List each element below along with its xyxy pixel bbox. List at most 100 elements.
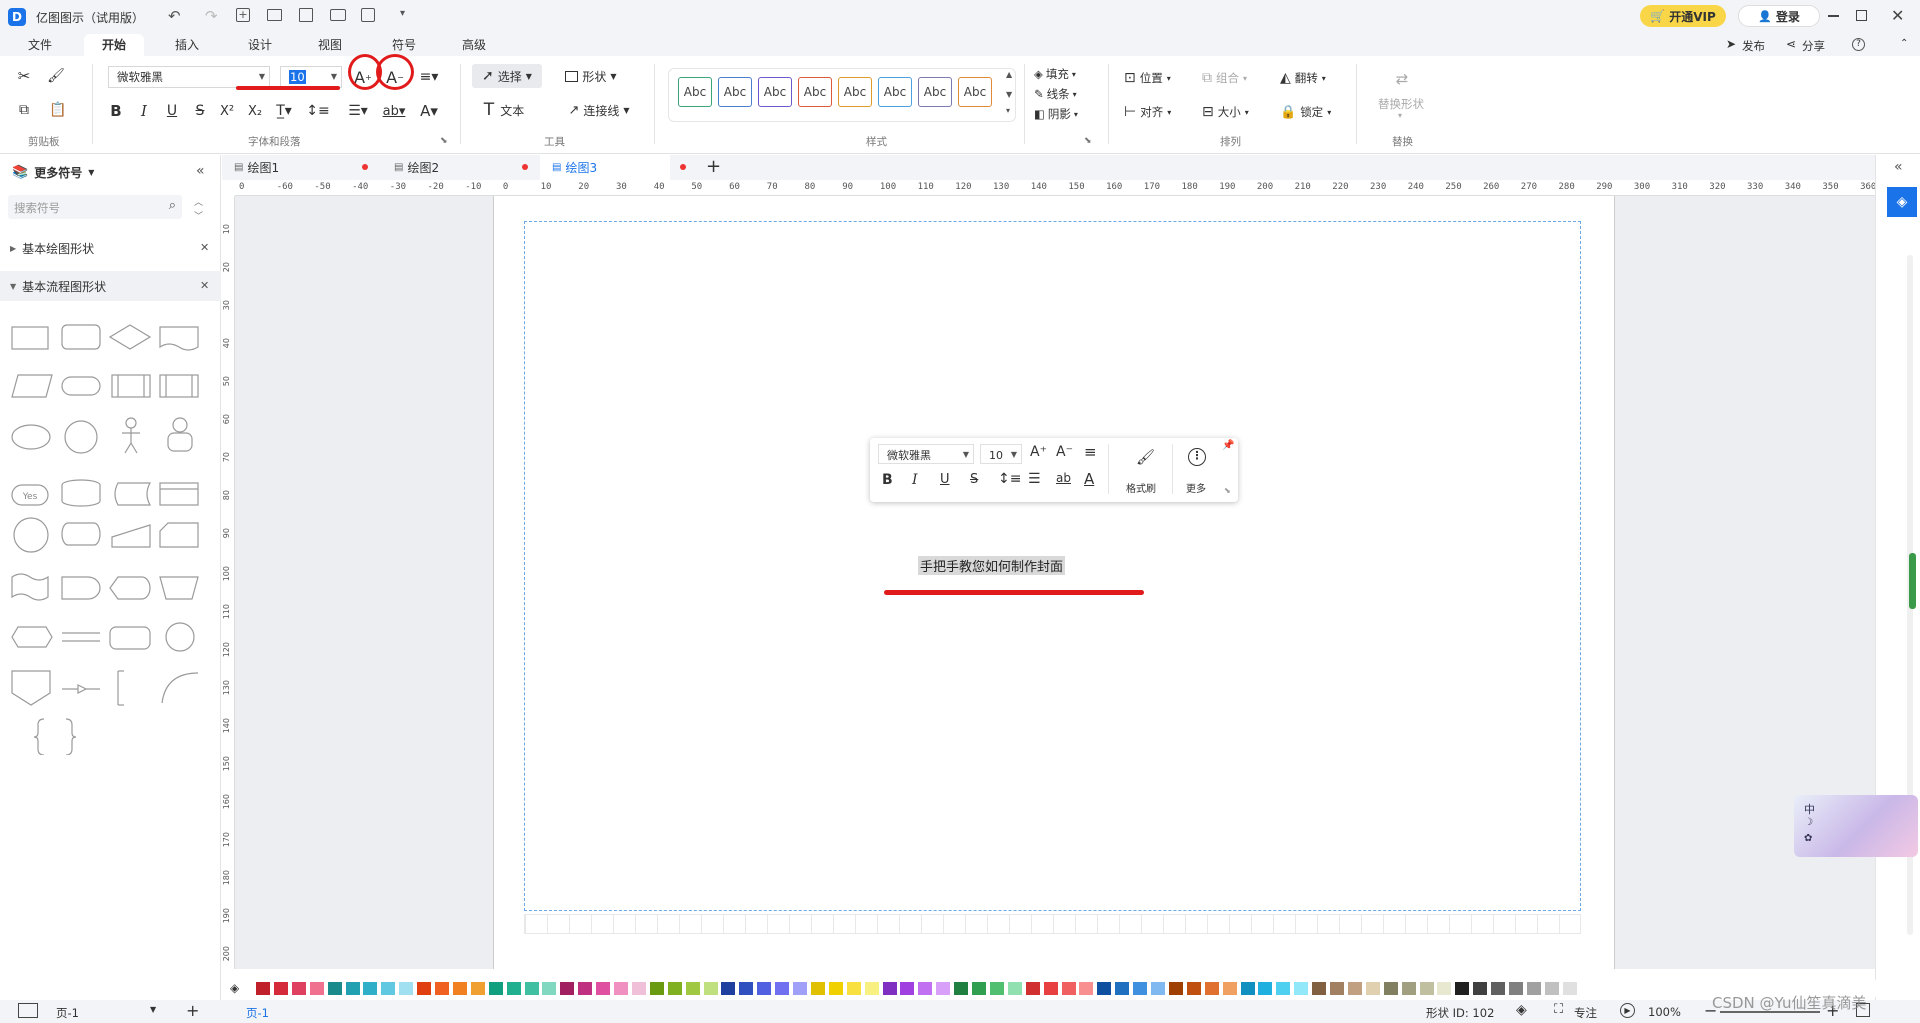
connector-tool-button[interactable]: ↗ 连接线 ▼ bbox=[562, 98, 636, 122]
paste-icon[interactable]: 📋 bbox=[46, 100, 70, 120]
search-symbols-input[interactable]: 搜索符号 ⌕ bbox=[8, 195, 182, 219]
style-sample-2[interactable]: Abc bbox=[718, 77, 752, 107]
color-swatch[interactable] bbox=[1276, 982, 1291, 995]
close-category-icon[interactable]: ✕ bbox=[200, 279, 209, 292]
color-swatch[interactable] bbox=[363, 982, 378, 995]
quick-access-more-icon[interactable]: ▾ bbox=[400, 8, 405, 19]
color-swatch[interactable] bbox=[256, 982, 270, 995]
color-swatch[interactable] bbox=[1240, 982, 1255, 995]
color-swatch[interactable] bbox=[757, 982, 772, 995]
help-icon[interactable]: ? bbox=[1852, 38, 1865, 51]
color-swatch[interactable] bbox=[1401, 982, 1416, 995]
color-swatch[interactable] bbox=[900, 982, 915, 995]
resize-handle-icon[interactable]: ⬊ bbox=[1224, 486, 1231, 495]
float-font-select[interactable]: 微软雅黑 ▼ bbox=[878, 444, 974, 464]
lock-button[interactable]: 🔒 锁定 ▾ bbox=[1280, 102, 1331, 122]
open-folder-icon[interactable] bbox=[267, 9, 282, 21]
color-swatch[interactable] bbox=[864, 982, 879, 995]
color-swatch[interactable] bbox=[578, 982, 593, 995]
float-format-painter-icon[interactable]: 🖌 bbox=[1136, 448, 1155, 466]
float-font-color-icon[interactable]: A bbox=[1084, 470, 1094, 488]
color-swatch[interactable] bbox=[1437, 982, 1452, 995]
style-sample-5[interactable]: Abc bbox=[838, 77, 872, 107]
font-color-icon[interactable]: A▾ bbox=[416, 100, 442, 122]
font-size-select[interactable]: 10 ▼ bbox=[280, 66, 342, 88]
color-swatch[interactable] bbox=[309, 982, 324, 995]
scroll-down-icon[interactable]: ﹀ bbox=[194, 209, 203, 222]
shape-tool-button[interactable]: 形状 ▼ bbox=[556, 64, 626, 88]
style-sample-1[interactable]: Abc bbox=[678, 77, 712, 107]
focus-icon[interactable]: ⛶ bbox=[1554, 1002, 1563, 1017]
tab-file[interactable]: 文件 bbox=[28, 36, 52, 56]
doc-tab-1[interactable]: ▤ 绘图1 bbox=[234, 155, 279, 180]
zoom-level[interactable]: 100% bbox=[1648, 1005, 1681, 1019]
float-line-spacing-icon[interactable]: ↕≡ bbox=[998, 471, 1021, 487]
color-swatch[interactable] bbox=[685, 982, 700, 995]
fill-color-picker-icon[interactable]: ◈ bbox=[230, 981, 239, 995]
color-swatch[interactable] bbox=[273, 982, 288, 995]
color-swatch[interactable] bbox=[882, 982, 897, 995]
color-swatch[interactable] bbox=[972, 982, 986, 995]
color-swatch[interactable] bbox=[828, 982, 843, 995]
doc-tab-2[interactable]: ▤ 绘图2 bbox=[394, 155, 439, 180]
color-swatch[interactable] bbox=[345, 982, 360, 995]
color-swatch[interactable] bbox=[542, 982, 557, 995]
close-icon[interactable]: ✕ bbox=[1891, 6, 1904, 25]
category-basic-flowchart[interactable]: ▼ 基本流程图形状 bbox=[0, 271, 221, 301]
color-swatch[interactable] bbox=[739, 982, 754, 995]
color-swatch[interactable] bbox=[793, 982, 807, 995]
dialog-launcher-icon[interactable]: ⬊ bbox=[1084, 136, 1092, 146]
color-swatch[interactable] bbox=[667, 982, 682, 995]
float-align-icon[interactable]: ≡ bbox=[1084, 443, 1097, 461]
dialog-launcher-icon[interactable]: ⬊ bbox=[440, 136, 448, 146]
color-swatch[interactable] bbox=[1115, 982, 1130, 995]
style-sample-4[interactable]: Abc bbox=[798, 77, 832, 107]
tab-advanced[interactable]: 高级 bbox=[462, 36, 486, 56]
color-swatch[interactable] bbox=[775, 982, 790, 995]
vip-button[interactable]: 🛒 开通VIP bbox=[1640, 5, 1726, 27]
superscript-icon[interactable]: X² bbox=[216, 100, 238, 122]
color-swatch[interactable] bbox=[954, 982, 969, 995]
color-swatch[interactable] bbox=[1312, 982, 1327, 995]
tab-symbol[interactable]: 符号 bbox=[392, 36, 416, 56]
chevron-down-icon[interactable]: ▼ bbox=[150, 1005, 156, 1014]
minimize-icon[interactable] bbox=[1828, 15, 1839, 17]
color-swatch[interactable] bbox=[524, 982, 539, 995]
scroll-up-icon[interactable]: ︿ bbox=[194, 195, 203, 208]
publish-button[interactable]: 发布 bbox=[1742, 38, 1765, 54]
style-sample-8[interactable]: Abc bbox=[958, 77, 992, 107]
tab-home[interactable]: 开始 bbox=[84, 34, 145, 56]
float-more-label[interactable]: 更多 bbox=[1186, 480, 1206, 495]
tab-insert[interactable]: 插入 bbox=[175, 36, 199, 56]
line-spacing-icon[interactable]: ↕≡ bbox=[304, 100, 332, 122]
color-swatch[interactable] bbox=[470, 982, 485, 995]
size-button[interactable]: ⊟ 大小 ▾ bbox=[1202, 102, 1249, 122]
color-swatch[interactable] bbox=[1258, 982, 1273, 995]
symbol-library-header[interactable]: 📚 更多符号 ▼ bbox=[0, 157, 221, 187]
color-swatch[interactable] bbox=[1151, 982, 1165, 995]
position-button[interactable]: ⊡ 位置 ▾ bbox=[1124, 68, 1171, 88]
color-swatch[interactable] bbox=[936, 982, 951, 995]
float-size-select[interactable]: 10 ▼ bbox=[980, 444, 1022, 464]
add-tab-icon[interactable]: + bbox=[706, 156, 721, 177]
font-family-select[interactable]: 微软雅黑 ▼ bbox=[108, 66, 270, 88]
page-selector[interactable]: 页-1 bbox=[56, 1005, 79, 1021]
cut-icon[interactable]: ✂ bbox=[14, 66, 34, 86]
page-layout-icon[interactable] bbox=[18, 1003, 38, 1018]
style-sample-7[interactable]: Abc bbox=[918, 77, 952, 107]
canvas-text-shape[interactable]: 手把手教您如何制作封面 bbox=[918, 556, 1066, 575]
float-font-grow-icon[interactable]: A⁺ bbox=[1030, 444, 1047, 460]
color-swatch[interactable] bbox=[1473, 982, 1488, 995]
color-swatch[interactable] bbox=[1419, 982, 1434, 995]
text-highlight-icon[interactable]: ab▾ bbox=[380, 100, 408, 122]
bold-icon[interactable]: B bbox=[106, 100, 126, 122]
color-swatch[interactable] bbox=[417, 982, 432, 995]
replace-shape-icon[interactable]: ⇄ bbox=[1390, 68, 1414, 90]
print-icon[interactable] bbox=[330, 9, 346, 21]
float-more-icon[interactable]: ⋮ bbox=[1188, 448, 1206, 466]
float-italic-icon[interactable]: I bbox=[912, 472, 918, 488]
color-swatch[interactable] bbox=[631, 982, 646, 995]
gallery-more-icon[interactable]: ▾ bbox=[1006, 106, 1010, 115]
page[interactable]: 手把手教您如何制作封面 bbox=[493, 196, 1615, 969]
page-tab[interactable]: 页-1 bbox=[246, 1005, 269, 1021]
